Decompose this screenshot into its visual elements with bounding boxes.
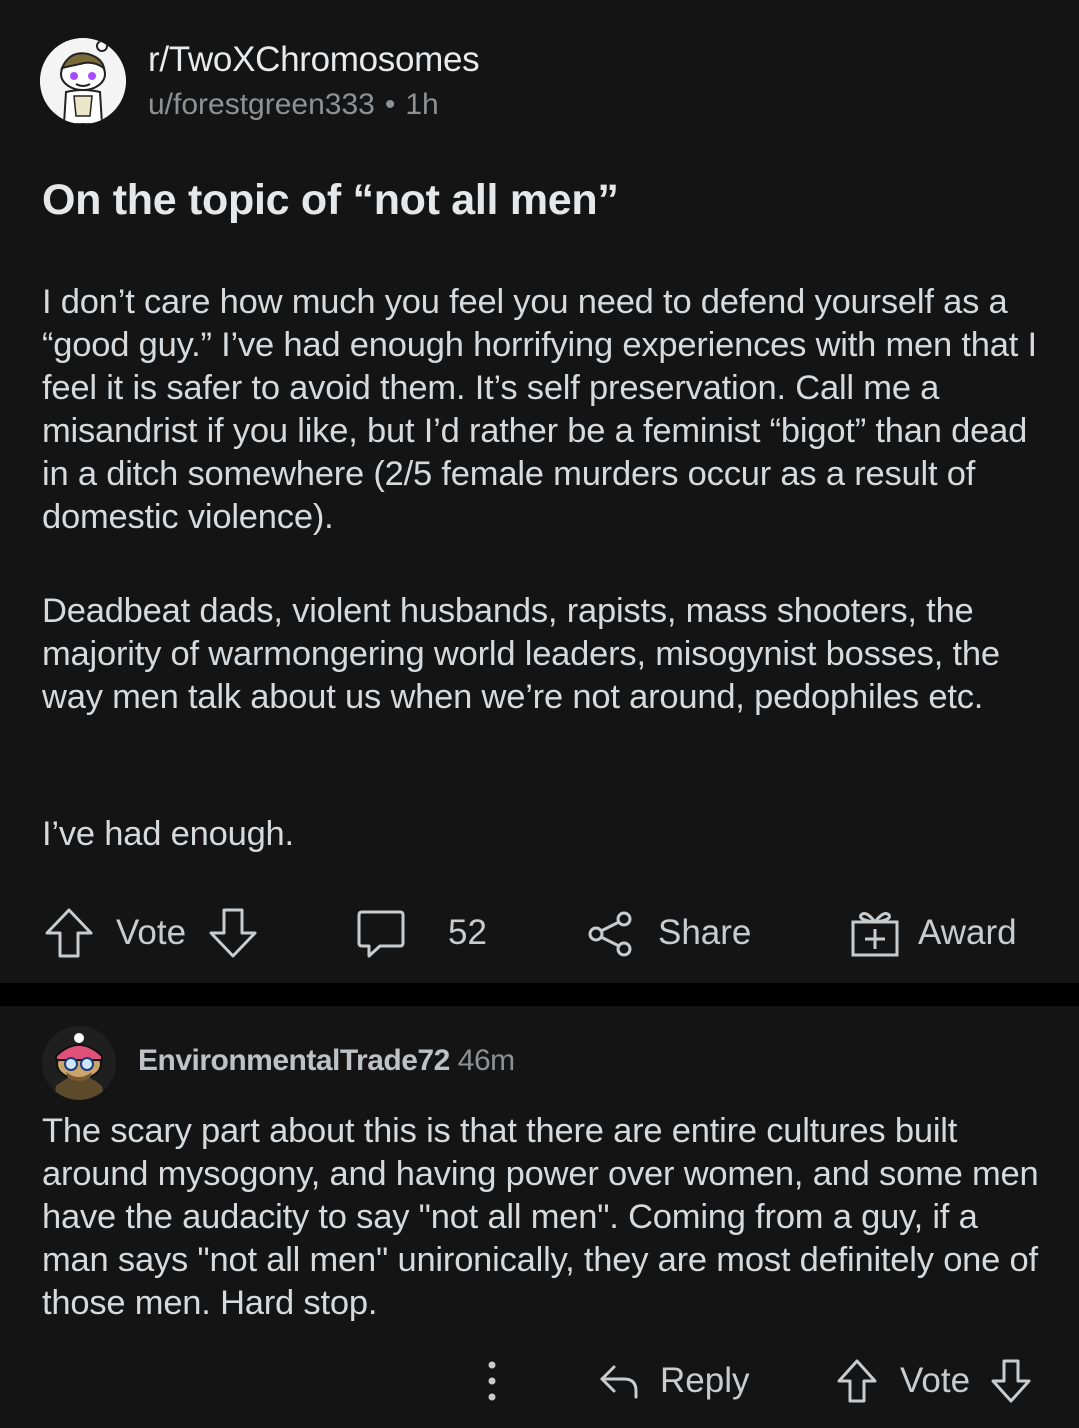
- post-body-paragraph: I don’t care how much you feel you need …: [42, 283, 1037, 536]
- share-button[interactable]: Share: [586, 898, 751, 968]
- comment-count: 52: [448, 913, 487, 952]
- post-body-paragraph: Deadbeat dads, violent husbands, rapists…: [42, 592, 1000, 716]
- upvote-icon[interactable]: [836, 1358, 878, 1404]
- comments-button[interactable]: 52: [356, 898, 487, 968]
- snoo-avatar-icon: [40, 38, 126, 124]
- reply-arrow-icon: [600, 1365, 638, 1399]
- comment-vote-label: Vote: [900, 1361, 971, 1400]
- award-label: Award: [918, 913, 1017, 952]
- comment-card: EnvironmentalTrade72 46m The scary part a…: [0, 1006, 1079, 1428]
- share-label: Share: [658, 913, 752, 952]
- comment-age: 46m: [457, 1044, 515, 1077]
- vote-label: Vote: [116, 913, 187, 952]
- commenter-avatar[interactable]: [42, 1026, 116, 1100]
- post-body-paragraph: I’ve had enough.: [42, 815, 294, 853]
- subreddit-avatar[interactable]: [40, 38, 126, 124]
- post-title: On the topic of “not all men”: [42, 176, 619, 224]
- post-age: 1h: [405, 88, 439, 121]
- vote-control: Vote: [44, 898, 258, 968]
- reply-button[interactable]: Reply: [598, 1346, 749, 1416]
- share-icon: [588, 911, 632, 957]
- comment-vote-control: Vote: [836, 1346, 1032, 1416]
- comment-body: The scary part about this is that there …: [42, 1112, 1039, 1322]
- vertical-ellipsis-icon: [488, 1361, 496, 1401]
- reply-label: Reply: [660, 1361, 750, 1400]
- comment-action-bar: Reply Vote: [0, 1346, 1079, 1416]
- award-button[interactable]: Award: [850, 898, 1017, 968]
- post-action-bar: Vote 52 Share Award: [0, 898, 1079, 968]
- meta-separator: •: [384, 88, 396, 121]
- upvote-icon[interactable]: [44, 907, 94, 959]
- more-options-button[interactable]: [478, 1346, 506, 1416]
- gift-box-icon: [851, 912, 899, 957]
- subreddit-name[interactable]: r/TwoXChromosomes: [148, 40, 480, 80]
- speech-bubble-icon: [357, 910, 405, 958]
- comment-meta: EnvironmentalTrade72 46m: [138, 1044, 515, 1078]
- post-meta: u/forestgreen333 • 1h: [148, 88, 439, 122]
- snoo-avatar-icon: [42, 1026, 116, 1100]
- post-card: r/TwoXChromosomes u/forestgreen333 • 1h On…: [0, 0, 1079, 983]
- post-author[interactable]: u/forestgreen333: [148, 88, 375, 121]
- comment-author[interactable]: EnvironmentalTrade72: [138, 1044, 450, 1077]
- downvote-icon[interactable]: [208, 907, 258, 959]
- downvote-icon[interactable]: [990, 1358, 1032, 1404]
